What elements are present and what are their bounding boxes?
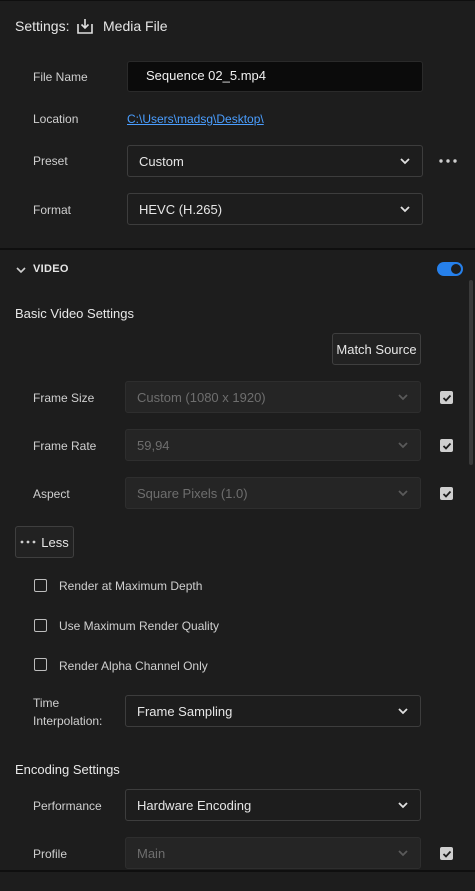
frame-size-select[interactable]: Custom (1080 x 1920) [125,381,421,413]
match-source-button[interactable]: Match Source [332,333,421,365]
time-interpolation-select[interactable]: Frame Sampling [125,695,421,727]
chevron-down-icon [398,442,408,449]
more-options-icon[interactable] [438,152,458,175]
performance-label: Performance [33,799,102,813]
performance-value: Hardware Encoding [137,797,252,813]
checkmark-icon [442,490,451,498]
frame-rate-select[interactable]: 59,94 [125,429,421,461]
aspect-label: Aspect [33,487,70,501]
render-alpha-label: Render Alpha Channel Only [59,659,208,673]
chevron-down-icon [398,394,408,401]
format-value: HEVC (H.265) [139,201,223,217]
export-icon [76,17,94,40]
chevron-down-icon [398,850,408,857]
video-toggle[interactable] [437,262,463,276]
bottom-divider [0,870,475,872]
chevron-down-icon [398,802,408,809]
render-alpha-checkbox[interactable] [34,658,47,671]
frame-size-label: Frame Size [33,391,95,405]
top-divider [0,0,475,1]
less-label: Less [41,534,69,550]
frame-rate-value: 59,94 [137,437,170,453]
scrollbar-thumb[interactable] [469,280,473,465]
max-render-quality-label: Use Maximum Render Quality [59,619,220,633]
profile-select[interactable]: Main [125,837,421,869]
time-interpolation-label-line2: Interpolation: [33,714,103,728]
frame-size-checkbox[interactable] [440,391,453,404]
format-label: Format [33,203,72,217]
performance-select[interactable]: Hardware Encoding [125,789,421,821]
aspect-checkbox[interactable] [440,487,453,500]
aspect-value: Square Pixels (1.0) [137,485,248,501]
file-name-input[interactable]: Sequence 02_5.mp4 [127,61,423,92]
chevron-down-icon [398,708,408,715]
section-divider [0,248,475,250]
chevron-down-icon [398,490,408,497]
location-label: Location [33,112,79,126]
file-name-label: File Name [33,70,88,84]
preset-value: Custom [139,153,184,169]
frame-rate-checkbox[interactable] [440,439,453,452]
preset-select[interactable]: Custom [127,145,423,177]
ellipsis-icon [20,540,36,544]
chevron-down-icon [400,206,410,213]
time-interpolation-value: Frame Sampling [137,703,233,719]
settings-label: Settings: [15,18,70,34]
location-link[interactable]: C:\Users\madsg\Desktop\ [127,112,264,126]
render-max-depth-label: Render at Maximum Depth [59,579,203,593]
preset-label: Preset [33,154,68,168]
media-file-label: Media File [103,18,168,34]
aspect-select[interactable]: Square Pixels (1.0) [125,477,421,509]
encoding-settings-title: Encoding Settings [15,762,120,777]
video-section-label: VIDEO [33,263,69,275]
basic-video-settings-title: Basic Video Settings [15,306,134,321]
checkmark-icon [442,850,451,858]
toggle-knob [451,264,461,274]
collapse-chevron-icon[interactable] [15,263,27,281]
profile-value: Main [137,845,166,861]
format-select[interactable]: HEVC (H.265) [127,193,423,225]
frame-size-value: Custom (1080 x 1920) [137,389,266,405]
checkmark-icon [442,394,451,402]
profile-label: Profile [33,847,68,861]
checkmark-icon [442,442,451,450]
max-render-quality-checkbox[interactable] [34,619,47,632]
time-interpolation-label-line1: Time [33,696,60,710]
render-max-depth-checkbox[interactable] [34,579,47,592]
frame-rate-label: Frame Rate [33,439,97,453]
less-button[interactable]: Less [15,526,74,558]
profile-checkbox[interactable] [440,847,453,860]
chevron-down-icon [400,158,410,165]
